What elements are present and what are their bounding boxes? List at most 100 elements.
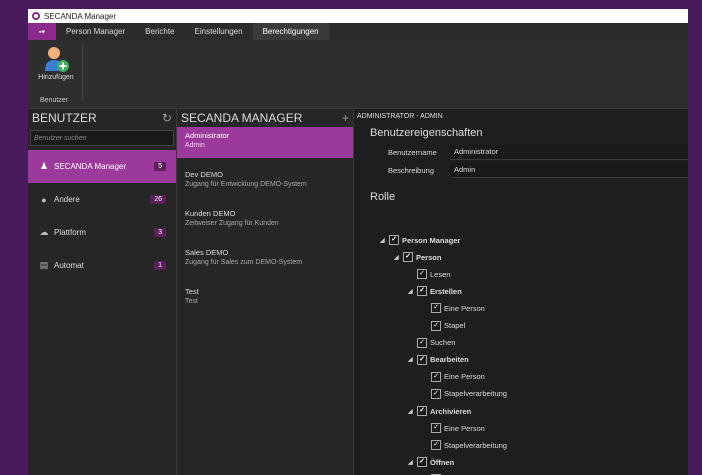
tree-node[interactable]: ◢ ✓ Öffnen [408, 457, 455, 468]
tab-einstellungen[interactable]: Einstellungen [185, 23, 253, 40]
checkbox[interactable]: ✓ [431, 303, 441, 314]
checkbox[interactable]: ✓ [417, 337, 427, 348]
title-bar: SECANDA Manager [28, 9, 688, 23]
tree-node[interactable]: ◢ ✓ Bearbeiten [408, 354, 469, 365]
app-menu-button[interactable]: ▪▾ [28, 23, 56, 40]
expand-arrow-icon[interactable]: ◢ [380, 237, 389, 244]
tree-node-label: Eine Person [444, 303, 485, 313]
document-icon: ▤ [39, 260, 49, 270]
tree-node[interactable]: ✓Eine Person [422, 303, 485, 314]
tab-berichte[interactable]: Berichte [135, 23, 184, 40]
users-panel: BENUTZER ↻ Benutzer suchen ♟ SECANDA Man… [28, 109, 177, 475]
count-badge: 3 [154, 228, 166, 237]
expand-arrow-icon[interactable]: ◢ [408, 356, 417, 363]
user-item-desc: Zugang für Sales zum DEMO-System [185, 259, 303, 266]
count-badge: 5 [154, 162, 166, 171]
description-label: Beschreibung [388, 165, 434, 175]
tree-node-label: Stapel [444, 321, 466, 330]
tree-node-label: Stapelverarbeitung [444, 440, 507, 450]
checkbox[interactable]: ✓ [417, 406, 427, 416]
expand-arrow-icon[interactable]: ◢ [408, 408, 417, 415]
checkbox[interactable]: ✓ [431, 423, 441, 434]
tree-node[interactable]: ◢ ✓ Erstellen [408, 286, 462, 297]
checkbox[interactable]: ✓ [431, 371, 441, 382]
app-logo-icon [32, 12, 40, 20]
user-item-sales-demo[interactable]: Sales DEMO Zugang für Sales zum DEMO-Sys… [177, 244, 353, 275]
user-group-label: SECANDA Manager [54, 162, 127, 171]
username-field[interactable]: Administrator [450, 144, 688, 160]
users-header: BENUTZER ↻ [28, 109, 176, 127]
checkbox[interactable]: ✓ [431, 320, 441, 331]
tree-node-label: Archivieren [430, 406, 472, 416]
tree-node[interactable]: ✓ Suchen [408, 337, 456, 348]
user-group-plattform[interactable]: ☁ Plattform 3 [28, 216, 176, 249]
checkbox[interactable]: ✓ [403, 252, 413, 263]
menu-bar: ▪▾ Person Manager Berichte Einstellungen… [28, 23, 688, 40]
users-header-title: BENUTZER [32, 111, 97, 125]
user-group-label: Automat [54, 261, 84, 270]
checkbox[interactable]: ✓ [389, 235, 399, 245]
tree-node[interactable]: ✓Eine Person [422, 371, 485, 382]
tree-node-label: Bearbeiten [430, 355, 469, 365]
tree-node-label: Eine Person [444, 423, 485, 433]
app-window: SECANDA Manager ▪▾ Person Manager Berich… [28, 9, 688, 475]
ribbon: Hinzufügen Benutzer [28, 40, 688, 109]
tree-node[interactable]: ◢ ✓ Person Manager [380, 235, 460, 245]
checkbox[interactable]: ✓ [417, 286, 427, 297]
user-item-dev-demo[interactable]: Dev DEMO Zugang für Entwicklung DEMO-Sys… [177, 166, 353, 197]
user-item-name: Dev DEMO [185, 170, 223, 179]
tree-node[interactable]: ◢ ✓ Person [394, 252, 441, 263]
expand-arrow-icon[interactable]: ◢ [394, 254, 403, 261]
tab-berechtigungen[interactable]: Berechtigungen [252, 23, 329, 40]
user-item-desc: Zeitweiser Zugang für Kunden [185, 220, 279, 227]
checkbox[interactable]: ✓ [431, 388, 441, 399]
add-icon[interactable]: + [342, 111, 349, 125]
username-row: Benutzername Administrator [388, 143, 688, 161]
tree-node[interactable]: ✓ Stapelverarbeitung [422, 388, 507, 399]
description-field[interactable]: Admin [450, 162, 688, 178]
expand-arrow-icon[interactable]: ◢ [408, 288, 417, 295]
tree-node[interactable]: ✓ Stapel [422, 320, 466, 331]
tree-node[interactable]: ✓Eine Person [422, 423, 485, 434]
user-item-test[interactable]: Test Test [177, 283, 353, 314]
user-item-kunden-demo[interactable]: Kunden DEMO Zeitweiser Zugang für Kunden [177, 205, 353, 236]
checkbox[interactable]: ✓ [417, 269, 427, 280]
user-group-automat[interactable]: ▤ Automat 1 [28, 249, 176, 282]
refresh-icon[interactable]: ↻ [162, 111, 172, 125]
tree-node-label: Suchen [430, 338, 456, 348]
secanda-manager-panel: SECANDA MANAGER + Administrator Admin De… [177, 109, 354, 475]
user-item-desc: Admin [185, 142, 205, 149]
user-item-name: Administrator [185, 131, 230, 140]
checkbox[interactable]: ✓ [431, 440, 441, 451]
tree-node[interactable]: ✓ Stapelverarbeitung [422, 440, 507, 451]
user-item-name: Test [185, 287, 199, 296]
tree-node-label: Öffnen [430, 457, 455, 467]
user-group-secanda-manager[interactable]: ♟ SECANDA Manager 5 [28, 150, 176, 183]
user-item-administrator[interactable]: Administrator Admin [177, 127, 353, 158]
description-row: Beschreibung Admin [388, 161, 688, 179]
add-user-button[interactable]: Hinzufügen [32, 44, 80, 88]
tree-node[interactable]: ✓ Lesen [408, 269, 450, 280]
help-circle-icon: ● [41, 194, 47, 205]
tree-node-label: Eine Person [444, 372, 485, 382]
add-user-label: Hinzufügen [38, 74, 74, 81]
properties-title: Benutzereigenschaften [370, 127, 483, 139]
ribbon-group-label: Benutzer [40, 97, 69, 104]
count-badge: 26 [150, 195, 166, 204]
role-title: Rolle [370, 191, 396, 203]
role-tree: ◢ ✓ Person Manager ◢ ✓ Person ✓ Lesen ◢ ✓ Erstelle… [354, 235, 688, 475]
count-badge: 1 [154, 261, 166, 270]
expand-arrow-icon[interactable]: ◢ [408, 459, 417, 466]
tree-node-label: Person Manager [402, 235, 461, 245]
user-item-desc: Test [185, 298, 198, 305]
cloud-icon: ☁ [39, 227, 49, 237]
user-search-input[interactable]: Benutzer suchen [30, 130, 174, 146]
checkbox[interactable]: ✓ [417, 354, 427, 365]
user-group-andere[interactable]: ● Andere 26 [28, 183, 176, 216]
tree-node[interactable]: ◢ ✓ Archivieren [408, 406, 471, 416]
checkbox[interactable]: ✓ [417, 457, 427, 468]
secanda-header: SECANDA MANAGER + [177, 109, 353, 127]
secanda-header-title: SECANDA MANAGER [181, 111, 303, 125]
tab-person-manager[interactable]: Person Manager [56, 23, 135, 40]
window-title: SECANDA Manager [44, 11, 117, 21]
